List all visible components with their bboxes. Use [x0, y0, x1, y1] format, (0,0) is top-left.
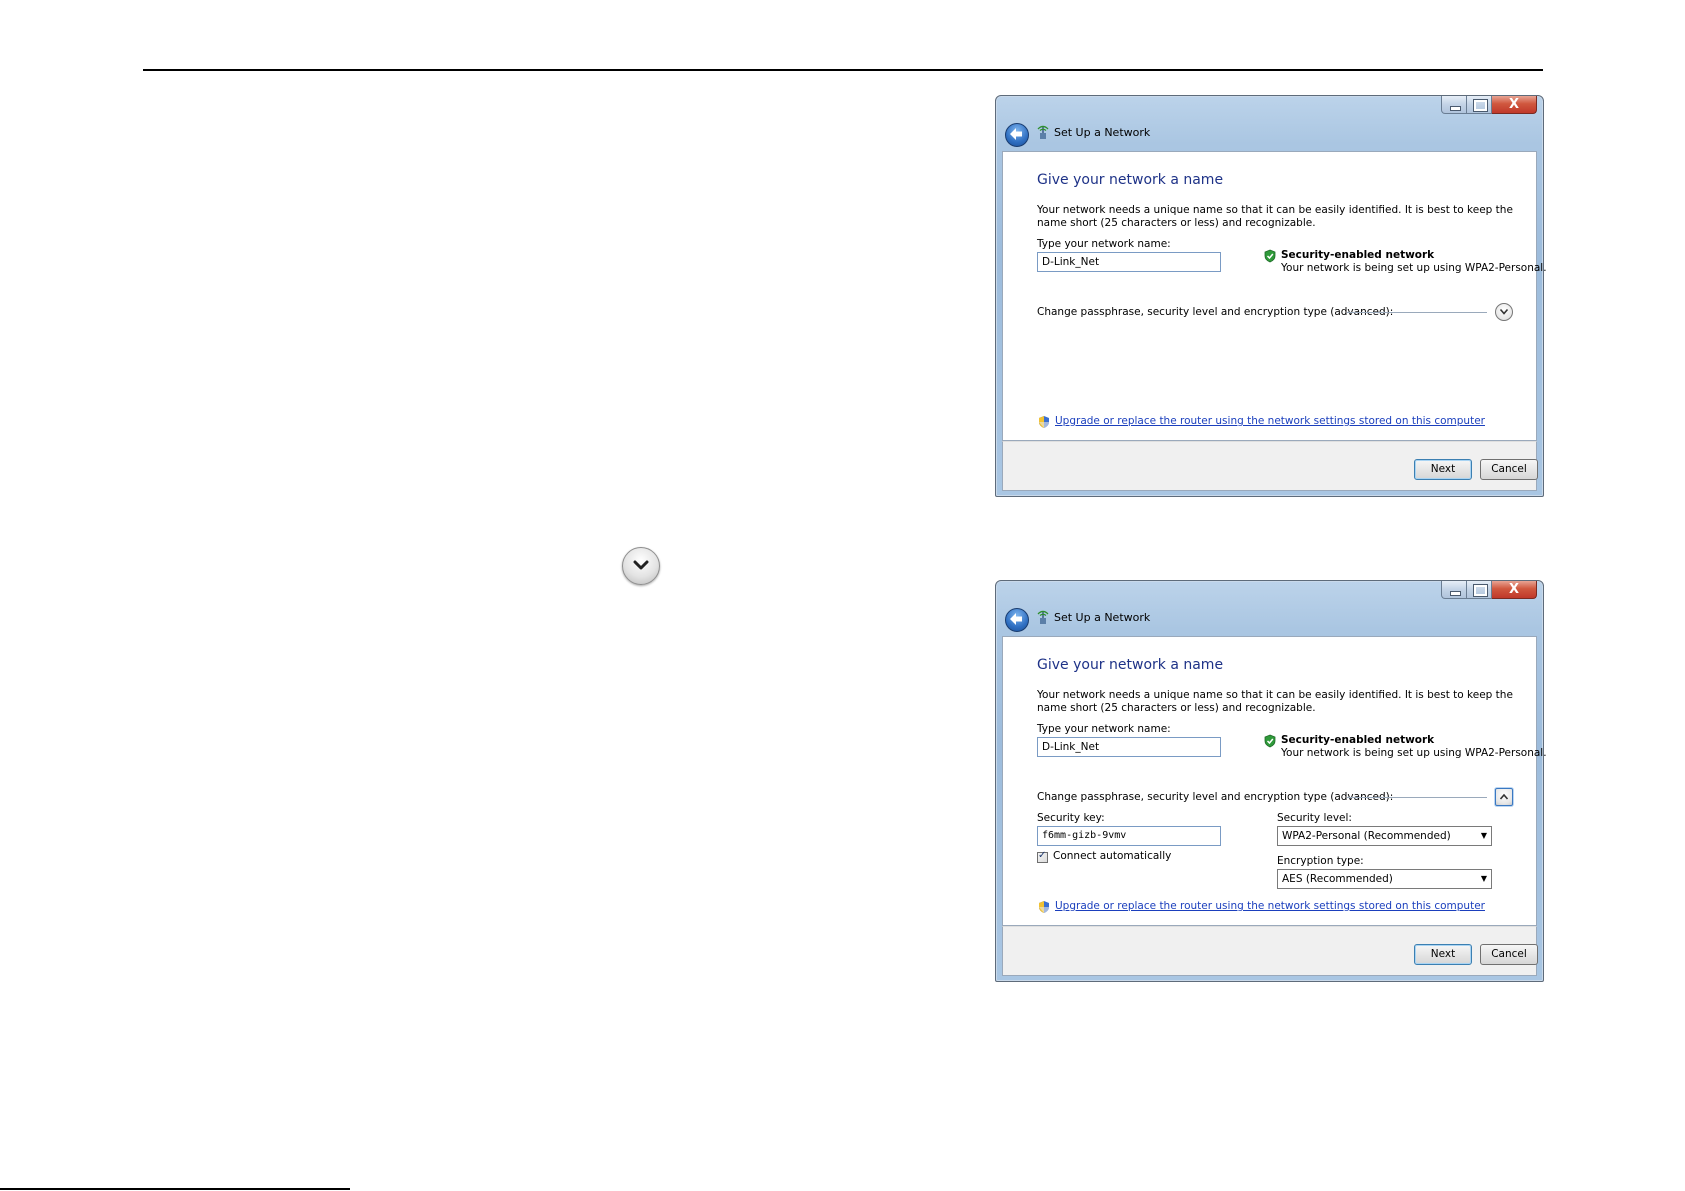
connect-automatically-checkbox[interactable] — [1037, 850, 1048, 863]
window-controls: X — [1441, 96, 1537, 114]
advanced-divider — [1347, 797, 1487, 798]
network-name-label: Type your network name: — [1037, 723, 1171, 735]
advanced-collapse-toggle[interactable] — [1495, 788, 1513, 806]
expand-advanced-button[interactable] — [622, 547, 660, 585]
encryption-type-select[interactable]: AES (Recommended) ▼ — [1277, 869, 1492, 889]
advanced-label: Change passphrase, security level and en… — [1037, 791, 1394, 803]
security-subtitle: Your network is being set up using WPA2-… — [1281, 262, 1547, 274]
encryption-type-label: Encryption type: — [1277, 855, 1364, 867]
minimize-button[interactable] — [1441, 581, 1467, 599]
uac-shield-icon — [1039, 901, 1049, 913]
page-title: Give your network a name — [1037, 657, 1224, 673]
close-button[interactable]: X — [1492, 96, 1537, 114]
security-level-label: Security level: — [1277, 812, 1352, 824]
window-controls: X — [1441, 581, 1537, 599]
security-key-input[interactable]: f6mm-gizb-9vmv — [1037, 826, 1221, 846]
network-name-input[interactable]: D-Link_Net — [1037, 252, 1221, 272]
next-button[interactable]: Next — [1414, 944, 1472, 965]
close-icon: X — [1508, 582, 1520, 597]
dialog-content: Give your network a name Your network ne… — [1002, 636, 1547, 926]
dialog-footer: Next Cancel — [1002, 441, 1538, 491]
cancel-button[interactable]: Cancel — [1480, 944, 1538, 965]
encryption-type-value: AES (Recommended) — [1282, 873, 1393, 885]
next-button[interactable]: Next — [1414, 459, 1472, 480]
network-icon — [1037, 125, 1049, 139]
cancel-button[interactable]: Cancel — [1480, 459, 1538, 480]
dialog-content: Give your network a name Your network ne… — [1002, 151, 1547, 441]
bottom-rule — [0, 1188, 350, 1190]
setup-network-dialog-expanded: X Set Up a Network Give your network a n… — [995, 580, 1547, 982]
page-title: Give your network a name — [1037, 172, 1224, 188]
uac-shield-icon — [1039, 416, 1049, 428]
shield-check-icon — [1264, 249, 1276, 263]
security-level-select[interactable]: WPA2-Personal (Recommended) ▼ — [1277, 826, 1492, 846]
window-title: Set Up a Network — [1054, 126, 1151, 139]
description-text: Your network needs a unique name so that… — [1037, 689, 1513, 714]
description-text: Your network needs a unique name so that… — [1037, 204, 1513, 229]
chevron-up-icon — [1499, 793, 1509, 800]
upgrade-router-link[interactable]: Upgrade or replace the router using the … — [1055, 900, 1485, 912]
upgrade-router-link[interactable]: Upgrade or replace the router using the … — [1055, 415, 1485, 427]
network-name-input[interactable]: D-Link_Net — [1037, 737, 1221, 757]
dropdown-arrow-icon: ▼ — [1480, 874, 1487, 883]
minimize-button[interactable] — [1441, 96, 1467, 114]
close-icon: X — [1508, 97, 1520, 112]
network-name-label: Type your network name: — [1037, 238, 1171, 250]
dialog-footer: Next Cancel — [1002, 926, 1538, 976]
back-button[interactable] — [1005, 123, 1029, 147]
security-subtitle: Your network is being set up using WPA2-… — [1281, 747, 1547, 759]
security-key-label: Security key: — [1037, 812, 1105, 824]
chevron-down-icon — [1499, 308, 1509, 315]
security-title: Security-enabled network — [1281, 734, 1435, 746]
connect-automatically-label: Connect automatically — [1053, 850, 1172, 862]
security-title: Security-enabled network — [1281, 249, 1435, 261]
advanced-label: Change passphrase, security level and en… — [1037, 306, 1394, 318]
advanced-divider — [1347, 312, 1487, 313]
close-button[interactable]: X — [1492, 581, 1537, 599]
setup-network-dialog: X Set Up a Network Give your network a n… — [995, 95, 1547, 497]
top-rule — [143, 69, 1543, 71]
chevron-down-icon — [633, 560, 649, 570]
advanced-expand-toggle[interactable] — [1495, 303, 1513, 321]
dropdown-arrow-icon: ▼ — [1480, 831, 1487, 840]
security-level-value: WPA2-Personal (Recommended) — [1282, 830, 1451, 842]
shield-check-icon — [1264, 734, 1276, 748]
network-icon — [1037, 610, 1049, 624]
back-arrow-icon — [1010, 613, 1022, 625]
window-title: Set Up a Network — [1054, 611, 1151, 624]
maximize-button[interactable] — [1467, 96, 1492, 114]
back-button[interactable] — [1005, 608, 1029, 632]
back-arrow-icon — [1010, 128, 1022, 140]
maximize-button[interactable] — [1467, 581, 1492, 599]
